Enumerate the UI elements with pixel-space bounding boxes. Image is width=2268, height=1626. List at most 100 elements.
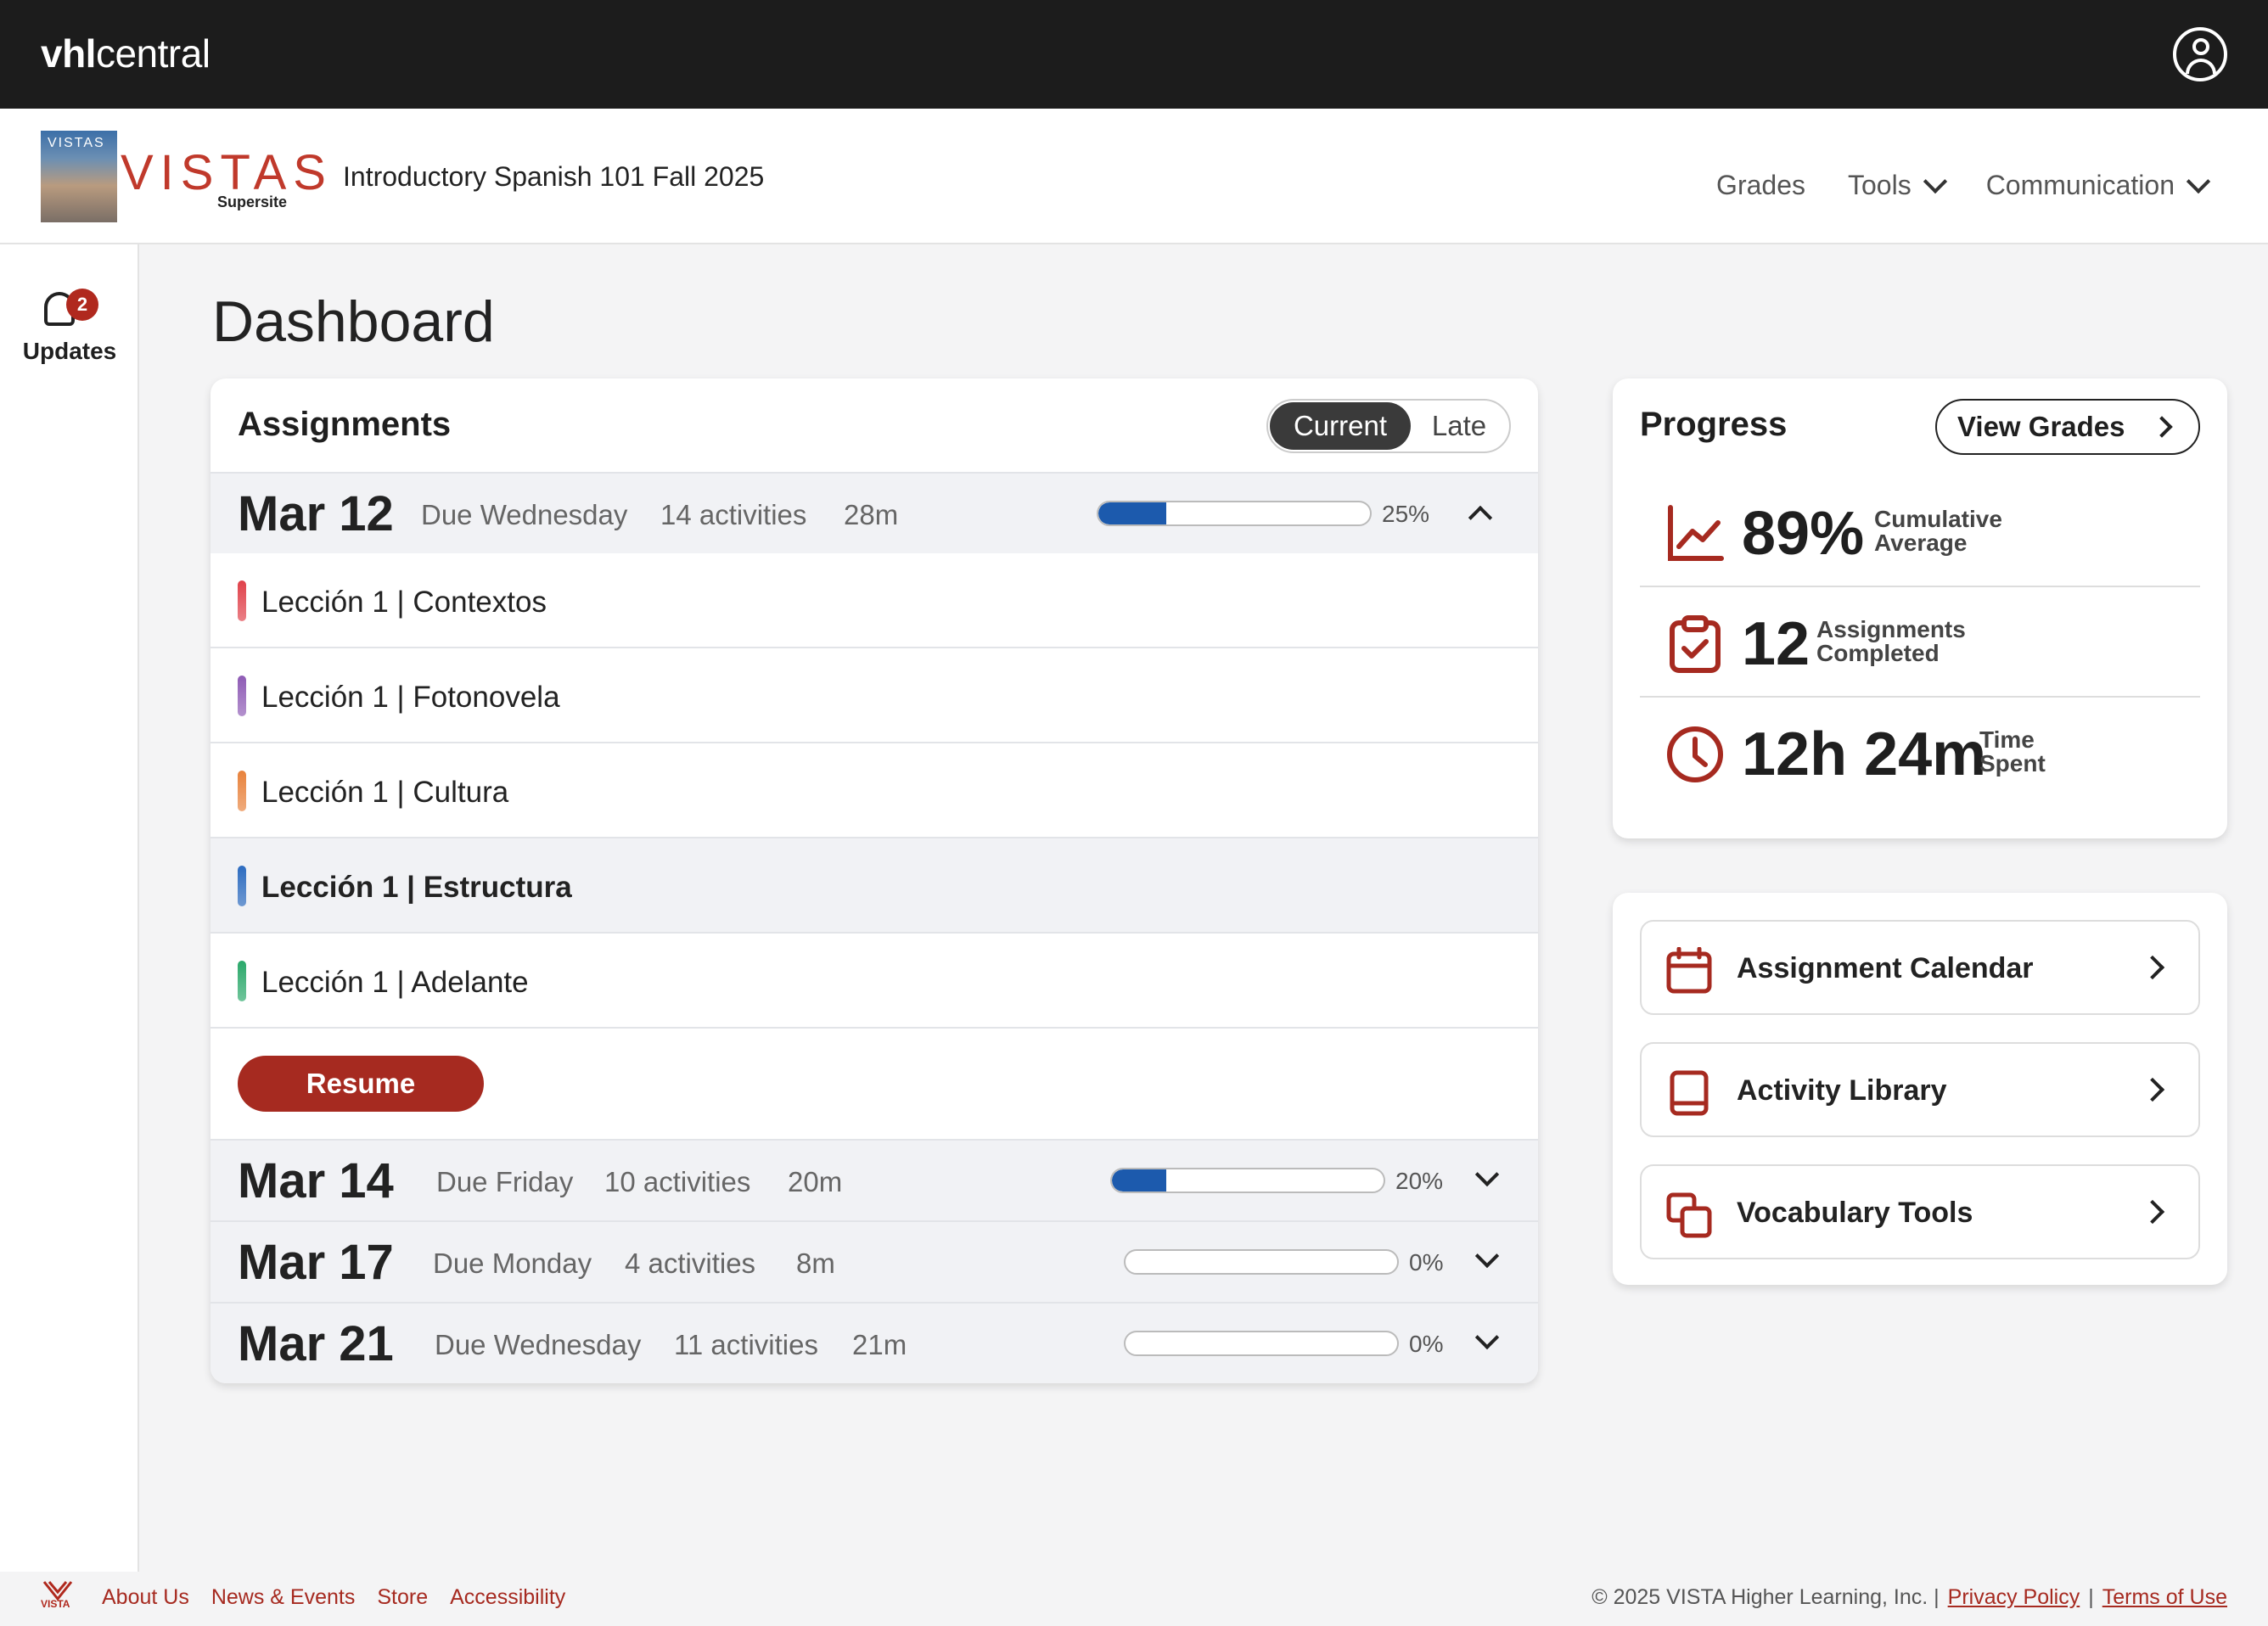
terms-of-use-link[interactable]: Terms of Use <box>2102 1585 2227 1610</box>
course-header: VISTAS VISTAS Supersite Introductory Spa… <box>0 109 2268 244</box>
lesson-label: Lección 1 | Estructura <box>261 871 572 904</box>
footer-accessibility-link[interactable]: Accessibility <box>450 1585 565 1610</box>
lesson-color-stripe <box>238 580 246 621</box>
footer-news-link[interactable]: News & Events <box>211 1585 356 1610</box>
lesson-item-estructura[interactable]: Lección 1 | Estructura <box>211 838 1538 934</box>
clock-icon <box>1667 726 1723 782</box>
cumulative-average-stat: 89% Cumulative Average <box>1640 477 2200 587</box>
chevron-right-icon <box>2140 1077 2165 1102</box>
lesson-color-stripe <box>238 961 246 1001</box>
week-date: Mar 17 <box>238 1235 394 1290</box>
activity-library-label: Activity Library <box>1737 1074 1947 1107</box>
vistas-logo: VISTAS <box>121 145 333 200</box>
copy-cards-icon <box>1666 1192 1712 1238</box>
week-progress-bar <box>1110 1168 1385 1193</box>
lesson-label: Lección 1 | Cultura <box>261 776 509 809</box>
time-value: 12h 24m <box>1742 720 1987 788</box>
quick-links-card: Assignment Calendar Activity Library Voc… <box>1613 893 2227 1285</box>
week-time: 21m <box>852 1329 907 1360</box>
user-account-icon[interactable] <box>2173 27 2227 81</box>
top-bar: vhlcentral <box>0 0 2268 109</box>
week-time: 28m <box>844 499 899 530</box>
chevron-down-icon <box>2186 169 2211 193</box>
vocabulary-tools-label: Vocabulary Tools <box>1737 1197 1973 1229</box>
lesson-item-fotonovela[interactable]: Lección 1 | Fotonovela <box>211 648 1538 743</box>
lesson-color-stripe <box>238 866 246 906</box>
footer: VISTA About Us News & Events Store Acces… <box>0 1572 2268 1626</box>
week-due: Due Wednesday <box>435 1329 642 1360</box>
chevron-up-icon[interactable] <box>1468 505 1493 530</box>
course-title: Introductory Spanish 101 Fall 2025 <box>343 161 765 192</box>
chevron-down-icon[interactable] <box>1474 1243 1500 1269</box>
book-cover-image: VISTAS <box>41 131 117 222</box>
week-date: Mar 21 <box>238 1316 394 1371</box>
view-grades-button[interactable]: View Grades <box>1935 399 2200 455</box>
footer-legal: © 2025 VISTA Higher Learning, Inc. | Pri… <box>1592 1585 2227 1610</box>
week-progress-percent: 0% <box>1409 1249 1444 1276</box>
week-row-mar-14[interactable]: Mar 14 Due Friday 10 activities 20m 20% <box>211 1139 1538 1220</box>
chevron-down-icon[interactable] <box>1474 1325 1500 1350</box>
copyright-text: © 2025 VISTA Higher Learning, Inc. | <box>1592 1585 1940 1609</box>
toggle-current[interactable]: Current <box>1270 402 1411 450</box>
lesson-label: Lección 1 | Fotonovela <box>261 681 560 714</box>
lesson-label: Lección 1 | Adelante <box>261 966 529 999</box>
lesson-item-contextos[interactable]: Lección 1 | Contextos <box>211 553 1538 648</box>
week-progress-percent: 20% <box>1395 1168 1444 1194</box>
footer-about-link[interactable]: About Us <box>102 1585 189 1610</box>
lesson-item-cultura[interactable]: Lección 1 | Cultura <box>211 743 1538 838</box>
updates-label: Updates <box>22 338 117 364</box>
activity-library-link[interactable]: Activity Library <box>1640 1042 2200 1137</box>
time-spent-stat: 12h 24m Time Spent <box>1640 698 2200 808</box>
page-title: Dashboard <box>212 289 495 354</box>
footer-store-link[interactable]: Store <box>377 1585 428 1610</box>
average-value: 89% <box>1742 500 1865 568</box>
resume-button[interactable]: Resume <box>238 1056 484 1112</box>
chevron-right-icon <box>2151 416 2173 438</box>
chevron-right-icon <box>2140 955 2165 980</box>
lesson-label: Lección 1 | Contextos <box>261 586 547 619</box>
assignment-calendar-link[interactable]: Assignment Calendar <box>1640 920 2200 1015</box>
nav-tools[interactable]: Tools <box>1848 169 1947 201</box>
book-icon <box>1670 1070 1709 1116</box>
week-activities: 10 activities <box>604 1166 751 1197</box>
week-row-mar-12[interactable]: Mar 12 Due Wednesday 14 activities 28m 2… <box>211 472 1538 553</box>
week-row-mar-17[interactable]: Mar 17 Due Monday 4 activities 8m 0% <box>211 1220 1538 1302</box>
week-progress-percent: 0% <box>1409 1331 1444 1357</box>
week-progress-bar <box>1097 501 1372 526</box>
privacy-policy-link[interactable]: Privacy Policy <box>1948 1585 2080 1610</box>
week-progress-bar <box>1124 1331 1399 1356</box>
current-late-toggle: Current Late <box>1266 399 1511 453</box>
lesson-color-stripe <box>238 676 246 716</box>
week-time: 8m <box>796 1248 835 1279</box>
lesson-item-adelante[interactable]: Lección 1 | Adelante <box>211 934 1538 1029</box>
footer-links: About Us News & Events Store Accessibili… <box>102 1585 565 1610</box>
footer-separator: | <box>2088 1585 2094 1609</box>
week-activities: 14 activities <box>660 499 807 530</box>
week-due: Due Wednesday <box>421 499 628 530</box>
assignments-completed-stat: 12 Assignments Completed <box>1640 587 2200 698</box>
lesson-color-stripe <box>238 771 246 811</box>
week-due: Due Friday <box>436 1166 574 1197</box>
week-due: Due Monday <box>433 1248 592 1279</box>
chevron-down-icon[interactable] <box>1474 1162 1500 1187</box>
vhlcentral-logo[interactable]: vhlcentral <box>41 31 211 76</box>
average-label: Cumulative Average <box>1874 506 2002 556</box>
week-row-mar-21[interactable]: Mar 21 Due Wednesday 11 activities 21m 0… <box>211 1302 1538 1383</box>
week-activities: 11 activities <box>674 1329 818 1360</box>
toggle-late[interactable]: Late <box>1409 402 1509 450</box>
assignments-card: Assignments Current Late Mar 12 Due Wedn… <box>211 378 1538 1383</box>
week-activities: 4 activities <box>625 1248 756 1279</box>
progress-title: Progress <box>1640 406 1788 443</box>
week-progress-percent: 25% <box>1382 501 1430 527</box>
completed-value: 12 <box>1742 610 1810 678</box>
nav-grades[interactable]: Grades <box>1716 170 1805 201</box>
top-navigation: Grades Tools Communication <box>1716 169 2211 201</box>
week-date: Mar 14 <box>238 1153 394 1208</box>
progress-card: Progress View Grades 89% Cumulative Avera… <box>1613 378 2227 838</box>
vista-footer-logo[interactable]: VISTA <box>41 1580 75 1610</box>
nav-communication[interactable]: Communication <box>1986 169 2211 201</box>
supersite-logo: Supersite <box>217 193 288 210</box>
view-grades-label: View Grades <box>1957 411 2125 442</box>
vocabulary-tools-link[interactable]: Vocabulary Tools <box>1640 1164 2200 1259</box>
completed-label: Assignments Completed <box>1816 616 1966 666</box>
